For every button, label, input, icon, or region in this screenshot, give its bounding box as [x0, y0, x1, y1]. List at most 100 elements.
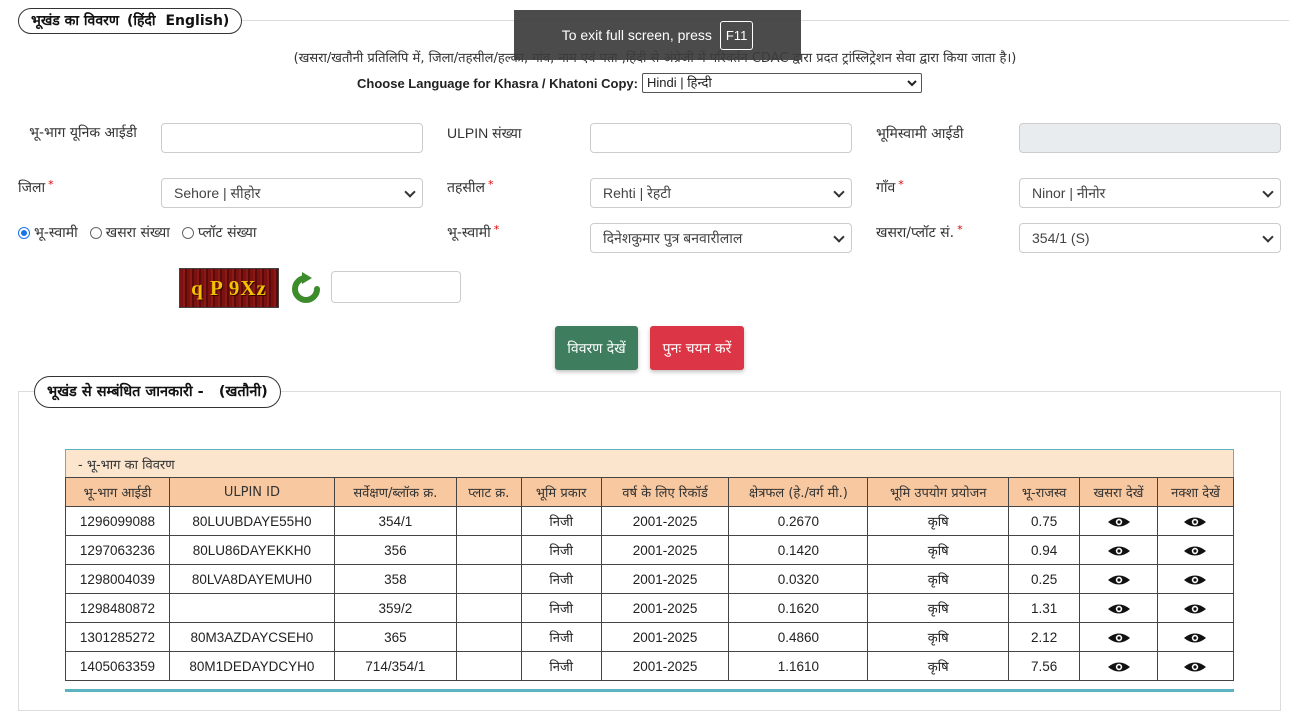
table-cell: [455, 564, 522, 594]
view-khasra-icon[interactable]: [1107, 516, 1131, 528]
language-select[interactable]: Hindi | हिन्दी: [641, 73, 922, 93]
table-cell: [455, 651, 522, 681]
table-cell: 2001-2025: [600, 564, 730, 594]
section-legend-khatauni: भूखंड से सम्बंधित जानकारी - (खतौनी): [34, 376, 281, 408]
view-khasra-cell[interactable]: [1079, 622, 1158, 652]
view-khasra-icon[interactable]: [1107, 603, 1131, 615]
captcha-input[interactable]: [331, 271, 461, 303]
table-cell: निजी: [520, 506, 602, 536]
view-map-cell[interactable]: [1156, 535, 1235, 565]
col-header: नक्शा देखें: [1156, 477, 1235, 507]
table-cell: 0.94: [1008, 535, 1081, 565]
view-khasra-icon[interactable]: [1107, 574, 1131, 586]
view-khasra-icon[interactable]: [1107, 661, 1131, 673]
table-cell: 80LUUBDAYE55H0: [168, 506, 335, 536]
legend-hindi-link[interactable]: (हिंदी: [127, 13, 156, 29]
view-khasra-icon[interactable]: [1107, 545, 1131, 557]
table-cell: 2001-2025: [600, 622, 730, 652]
view-details-button[interactable]: विवरण देखें: [555, 326, 638, 370]
unique-id-label: भू-भाग यूनिक आईडी: [29, 125, 137, 141]
owner-select[interactable]: दिनेशकुमार पुत्र बनवारीलाल: [590, 223, 852, 253]
chevron-down-icon: [907, 80, 917, 87]
ulpin-label: ULPIN संख्या: [447, 125, 522, 141]
view-map-cell[interactable]: [1156, 506, 1235, 536]
view-map-cell[interactable]: [1156, 651, 1235, 681]
language-row: Choose Language for Khasra / Khatoni Cop…: [357, 73, 922, 93]
view-khasra-cell[interactable]: [1079, 593, 1158, 623]
khasra-plot-label: खसरा/प्लॉट सं. *: [876, 223, 963, 241]
view-map-icon[interactable]: [1183, 632, 1207, 644]
radio-button[interactable]: [181, 226, 194, 239]
panel-heading: - भू-भाग का विवरण: [65, 449, 1234, 477]
view-khasra-icon[interactable]: [1107, 632, 1131, 644]
table-cell: 1.1610: [728, 651, 869, 681]
fullscreen-exit-toast: To exit full screen, press F11: [514, 10, 801, 60]
view-map-icon[interactable]: [1183, 574, 1207, 586]
table-row: 1298480872 359/2 निजी 2001-2025 0.1620 कृषि 1.…: [65, 593, 1235, 623]
radio-plot-number[interactable]: प्लॉट संख्या: [181, 223, 256, 242]
ulpin-input[interactable]: [590, 123, 852, 153]
table-cell: 80M3AZDAYCSEH0: [168, 622, 335, 652]
view-khasra-cell[interactable]: [1079, 506, 1158, 536]
unique-id-input[interactable]: [161, 123, 423, 153]
table-cell: 1298004039: [65, 564, 170, 594]
village-select[interactable]: Ninor | नीनोर: [1019, 178, 1281, 208]
col-header: भू-राजस्व: [1008, 477, 1081, 507]
view-khasra-cell[interactable]: [1079, 564, 1158, 594]
table-cell: 2001-2025: [600, 506, 730, 536]
view-map-icon[interactable]: [1183, 516, 1207, 528]
refresh-captcha-icon[interactable]: [287, 271, 325, 307]
radio-khasra-number[interactable]: खसरा संख्या: [89, 223, 170, 242]
table-cell: 1301285272: [65, 622, 170, 652]
table-cell: 0.75: [1008, 506, 1081, 536]
radio-button[interactable]: [18, 226, 30, 239]
view-map-cell[interactable]: [1156, 593, 1235, 623]
tehsil-select[interactable]: Rehti | रेहटी: [590, 178, 852, 208]
khasra-plot-select[interactable]: 354/1 (S): [1019, 223, 1281, 253]
table-cell: कृषि: [867, 535, 1010, 565]
col-header: ULPIN ID: [168, 477, 335, 507]
table-cell: 0.2670: [728, 506, 869, 536]
view-khasra-cell[interactable]: [1079, 651, 1158, 681]
table-cell: 0.4860: [728, 622, 869, 652]
district-select[interactable]: Sehore | सीहोर: [161, 178, 423, 208]
reset-selection-button[interactable]: पुनः चयन करें: [650, 326, 744, 370]
table-cell: 2.12: [1008, 622, 1081, 652]
table-cell: कृषि: [867, 651, 1010, 681]
radio-button[interactable]: [89, 226, 102, 239]
radio-owner[interactable]: भू-स्वामी: [18, 223, 78, 242]
village-label: गाँव *: [876, 178, 904, 196]
table-cell: 0.1620: [728, 593, 869, 623]
captcha-image: q P 9Xz: [179, 268, 279, 308]
view-map-icon[interactable]: [1183, 603, 1207, 615]
col-header: सर्वेक्षण/ब्लॉक क्र.: [333, 477, 457, 507]
table-cell: निजी: [520, 651, 602, 681]
chevron-down-icon: [1262, 231, 1274, 243]
chevron-down-icon: [1262, 186, 1274, 198]
col-header: वर्ष के लिए रिकॉर्ड: [600, 477, 730, 507]
table-cell: 80LU86DAYEKKH0: [168, 535, 335, 565]
col-header: भूमि उपयोग प्रयोजन: [867, 477, 1010, 507]
table-cell: 714/354/1: [333, 651, 457, 681]
table-cell: 1296099088: [65, 506, 170, 536]
table-cell: 1405063359: [65, 651, 170, 681]
table-cell: 359/2: [333, 593, 457, 623]
table-cell: कृषि: [867, 506, 1010, 536]
table-cell: 80LVA8DAYEMUH0: [168, 564, 335, 594]
table-cell: 7.56: [1008, 651, 1081, 681]
table-cell: [455, 506, 522, 536]
view-map-cell[interactable]: [1156, 564, 1235, 594]
view-map-icon[interactable]: [1183, 661, 1207, 673]
table-cell: कृषि: [867, 593, 1010, 623]
table-cell: 0.1420: [728, 535, 869, 565]
owner-label: भू-स्वामी *: [447, 223, 500, 241]
table-row: 1301285272 80M3AZDAYCSEH0 365 निजी 2001-2025…: [65, 622, 1235, 652]
legend-english-link[interactable]: English): [165, 13, 229, 29]
table-cell: 354/1: [333, 506, 457, 536]
col-header: प्लाट क्र.: [455, 477, 522, 507]
land-details-table: भू-भाग आईडी ULPIN ID सर्वेक्षण/ब्लॉक क्र…: [65, 477, 1235, 681]
view-khasra-cell[interactable]: [1079, 535, 1158, 565]
view-map-icon[interactable]: [1183, 545, 1207, 557]
view-map-cell[interactable]: [1156, 622, 1235, 652]
table-row: 1297063236 80LU86DAYEKKH0 356 निजी 2001-2025…: [65, 535, 1235, 565]
